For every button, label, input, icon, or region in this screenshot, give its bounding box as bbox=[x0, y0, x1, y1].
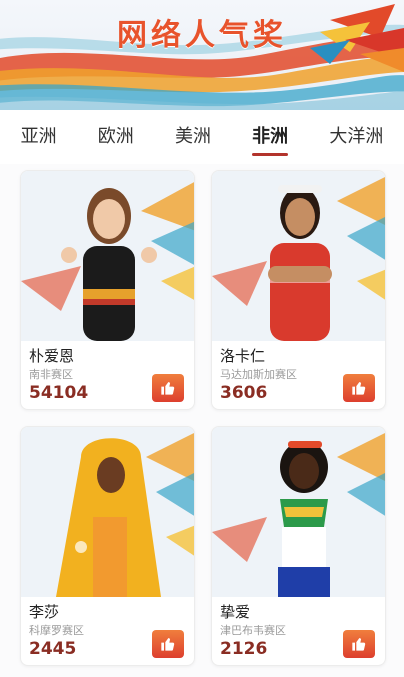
tab-europe[interactable]: 欧洲 bbox=[94, 116, 138, 158]
contestant-name: 洛卡仁 bbox=[220, 347, 266, 365]
like-button[interactable] bbox=[343, 374, 375, 402]
thumbs-up-icon bbox=[161, 382, 175, 395]
like-button[interactable] bbox=[152, 630, 184, 658]
contestant-region: 津巴布韦赛区 bbox=[220, 624, 286, 637]
contestant-region: 科摩罗赛区 bbox=[29, 624, 84, 637]
contestant-card[interactable]: 洛卡仁 马达加斯加赛区 3606 bbox=[211, 170, 386, 410]
like-button[interactable] bbox=[343, 630, 375, 658]
contestant-grid: 朴爱恩 南非赛区 54104 洛卡仁 马达加斯加赛区 3606 李莎 科摩罗赛区… bbox=[0, 164, 404, 677]
thumbs-up-icon bbox=[352, 638, 366, 651]
like-button[interactable] bbox=[152, 374, 184, 402]
contestant-card[interactable]: 李莎 科摩罗赛区 2445 bbox=[20, 426, 195, 666]
contestant-name: 李莎 bbox=[29, 603, 60, 621]
header-banner: 网络人气奖 bbox=[0, 0, 404, 110]
contestant-name: 朴爱恩 bbox=[29, 347, 75, 365]
tab-americas[interactable]: 美洲 bbox=[171, 116, 215, 158]
region-tabs: 亚洲 欧洲 美洲 非洲 大洋洲 bbox=[0, 110, 404, 164]
contestant-card[interactable]: 朴爱恩 南非赛区 54104 bbox=[20, 170, 195, 410]
tab-oceania[interactable]: 大洋洲 bbox=[325, 116, 387, 158]
contestant-card[interactable]: 挚爱 津巴布韦赛区 2126 bbox=[211, 426, 386, 666]
vote-count: 54104 bbox=[29, 383, 89, 403]
contestant-photo bbox=[21, 171, 194, 341]
vote-count: 3606 bbox=[220, 383, 268, 403]
contestant-name: 挚爱 bbox=[220, 603, 251, 621]
contestant-photo bbox=[212, 427, 385, 597]
page-title: 网络人气奖 bbox=[117, 18, 287, 53]
thumbs-up-icon bbox=[161, 638, 175, 651]
vote-count: 2126 bbox=[220, 639, 268, 659]
vote-count: 2445 bbox=[29, 639, 77, 659]
thumbs-up-icon bbox=[352, 382, 366, 395]
contestant-region: 南非赛区 bbox=[29, 368, 73, 381]
contestant-photo bbox=[212, 171, 385, 341]
contestant-region: 马达加斯加赛区 bbox=[220, 368, 297, 381]
tab-asia[interactable]: 亚洲 bbox=[17, 116, 61, 158]
tab-africa[interactable]: 非洲 bbox=[248, 116, 292, 158]
contestant-photo bbox=[21, 427, 194, 597]
